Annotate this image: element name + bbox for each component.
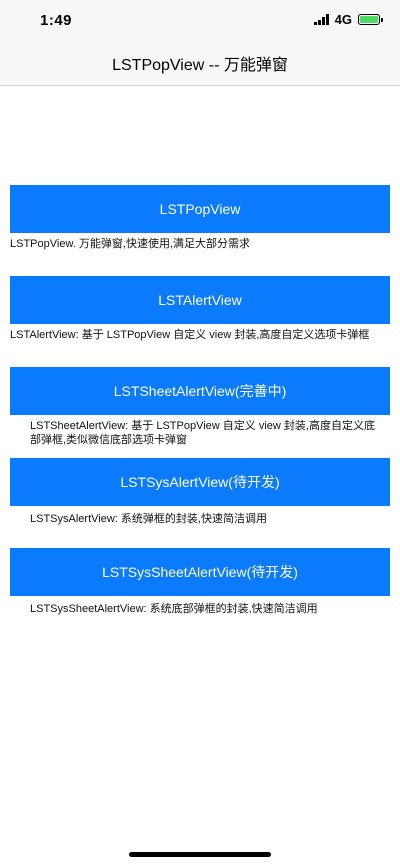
status-indicators: 4G bbox=[313, 12, 383, 27]
list-item-alertview: LSTAlertView LSTAlertView: 基于 LSTPopView… bbox=[10, 276, 390, 342]
status-time: 1:49 bbox=[40, 12, 73, 29]
button-label: LSTPopView bbox=[159, 201, 241, 217]
button-label: LSTAlertView bbox=[158, 292, 242, 308]
home-indicator[interactable] bbox=[129, 852, 271, 857]
list-item-popview: LSTPopView LSTPopView. 万能弹窗,快速使用,满足大部分需求 bbox=[10, 185, 390, 251]
lstsyssheetalertview-button[interactable]: LSTSysSheetAlertView(待开发) bbox=[10, 548, 390, 596]
item-description: LSTSysSheetAlertView: 系统底部弹框的封装,快速简洁调用 bbox=[30, 603, 318, 615]
navigation-bar: LSTPopView -- 万能弹窗 bbox=[0, 40, 400, 86]
lstsysalertview-button[interactable]: LSTSysAlertView(待开发) bbox=[10, 458, 390, 506]
lstpopview-button[interactable]: LSTPopView bbox=[10, 185, 390, 233]
lstalertview-button[interactable]: LSTAlertView bbox=[10, 276, 390, 324]
button-label: LSTSheetAlertView(完善中) bbox=[113, 383, 287, 399]
status-bar: 1:49 4G bbox=[0, 0, 400, 40]
item-description: LSTPopView. 万能弹窗,快速使用,满足大部分需求 bbox=[10, 238, 251, 250]
battery-level-fill bbox=[360, 16, 378, 23]
item-description: LSTSheetAlertView: 基于 LSTPopView 自定义 vie… bbox=[30, 420, 375, 446]
network-type-label: 4G bbox=[334, 12, 352, 27]
list-item-sheetalertview: LSTSheetAlertView(完善中) LSTSheetAlertView… bbox=[10, 367, 390, 447]
button-label: LSTSysAlertView(待开发) bbox=[120, 474, 280, 490]
battery-icon bbox=[358, 14, 383, 25]
item-description: LSTAlertView: 基于 LSTPopView 自定义 view 封装,… bbox=[10, 329, 370, 341]
signal-strength-icon bbox=[313, 14, 329, 25]
list-item-sysalertview: LSTSysAlertView(待开发) LSTSysAlertView: 系统… bbox=[10, 458, 390, 526]
page-title: LSTPopView -- 万能弹窗 bbox=[112, 56, 288, 74]
button-label: LSTSysSheetAlertView(待开发) bbox=[102, 564, 298, 580]
lstsheetalertview-button[interactable]: LSTSheetAlertView(完善中) bbox=[10, 367, 390, 415]
item-description: LSTSysAlertView: 系统弹框的封装,快速简洁调用 bbox=[30, 513, 267, 525]
list-item-syssheetalertview: LSTSysSheetAlertView(待开发) LSTSysSheetAle… bbox=[10, 548, 390, 616]
